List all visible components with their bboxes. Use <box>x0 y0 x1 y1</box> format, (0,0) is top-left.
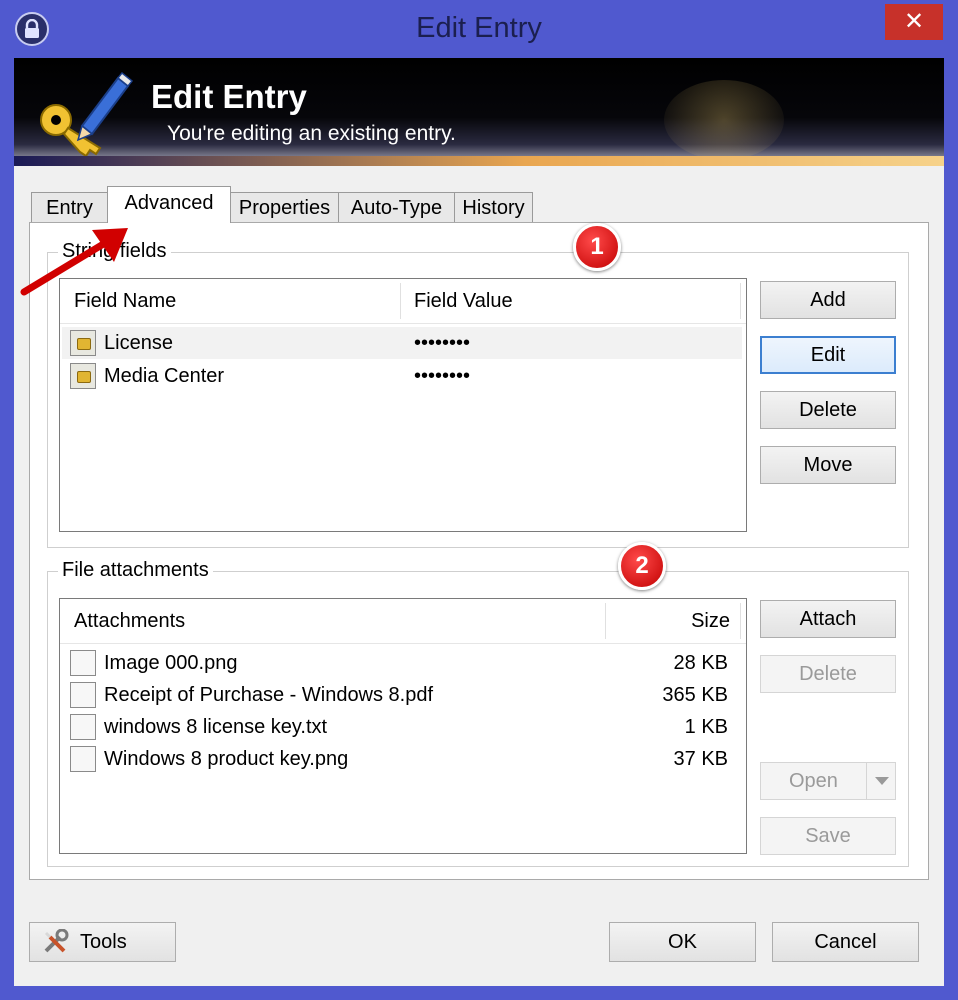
list-item[interactable]: Media Center •••••••• <box>62 360 742 392</box>
file-icon <box>70 682 96 708</box>
cancel-button[interactable]: Cancel <box>772 922 919 962</box>
column-separator[interactable] <box>605 603 606 639</box>
tools-button[interactable]: Tools <box>29 922 176 962</box>
wrench-screwdriver-icon <box>44 929 69 953</box>
tab-auto-type[interactable]: Auto-Type <box>338 192 455 222</box>
file-attachments-legend: File attachments <box>58 559 213 582</box>
column-separator[interactable] <box>400 283 401 319</box>
string-fields-group: String fields Field Name Field Value Lic… <box>47 223 909 548</box>
list-item[interactable]: Receipt of Purchase - Windows 8.pdf 365 … <box>62 679 742 711</box>
key-entry-icon <box>70 363 96 389</box>
list-item[interactable]: License •••••••• <box>62 327 742 359</box>
delete-attachment-button[interactable]: Delete <box>760 655 896 693</box>
file-icon <box>70 650 96 676</box>
column-field-value[interactable]: Field Value <box>414 279 513 323</box>
title-bar[interactable]: Edit Entry ✕ <box>0 0 958 58</box>
red-arrow-annotation <box>20 228 128 296</box>
chevron-down-icon[interactable] <box>866 763 895 799</box>
edit-button[interactable]: Edit <box>760 336 896 374</box>
attachments-list[interactable]: Attachments Size Image 000.png 28 KB Rec… <box>59 598 747 854</box>
field-name: License <box>104 332 173 354</box>
banner: Edit Entry You're editing an existing en… <box>14 58 944 166</box>
callout-badge-two: 2 <box>618 542 666 590</box>
key-entry-icon <box>70 330 96 356</box>
attachments-header: Attachments Size <box>60 599 746 644</box>
tab-advanced[interactable]: Advanced <box>107 186 231 223</box>
callout-badge-one: 1 <box>573 223 621 271</box>
tools-label: Tools <box>80 931 127 953</box>
attach-button[interactable]: Attach <box>760 600 896 638</box>
attachment-name: Receipt of Purchase - Windows 8.pdf <box>104 684 434 706</box>
close-button[interactable]: ✕ <box>885 4 943 40</box>
file-icon <box>70 746 96 772</box>
move-button[interactable]: Move <box>760 446 896 484</box>
ok-button[interactable]: OK <box>609 922 756 962</box>
attachment-name: windows 8 license key.txt <box>104 716 328 738</box>
dialog-client-area: Edit Entry You're editing an existing en… <box>14 58 944 986</box>
attachment-size: 365 KB <box>662 684 728 706</box>
file-attachments-group: File attachments Attachments Size Image … <box>47 542 909 867</box>
attachment-size: 28 KB <box>673 652 728 674</box>
attachment-size: 1 KB <box>684 716 728 738</box>
column-size[interactable]: Size <box>620 599 730 643</box>
tab-entry[interactable]: Entry <box>31 192 108 222</box>
add-button[interactable]: Add <box>760 281 896 319</box>
save-attachment-button[interactable]: Save <box>760 817 896 855</box>
list-item[interactable]: windows 8 license key.txt 1 KB <box>62 711 742 743</box>
field-name: Media Center <box>104 365 225 387</box>
window-title: Edit Entry <box>416 12 542 44</box>
tab-properties[interactable]: Properties <box>230 192 339 222</box>
banner-watermark <box>664 80 784 160</box>
column-separator[interactable] <box>740 603 741 639</box>
tab-history[interactable]: History <box>454 192 533 222</box>
banner-subtitle: You're editing an existing entry. <box>167 122 456 145</box>
key-pencil-icon <box>34 70 134 165</box>
string-fields-list[interactable]: Field Name Field Value License •••••••• … <box>59 278 747 532</box>
banner-title: Edit Entry <box>151 78 307 115</box>
field-value: •••••••• <box>414 332 471 354</box>
edit-entry-window: Edit Entry ✕ Edit Entry You're editing a… <box>0 0 958 1000</box>
advanced-tab-panel: String fields Field Name Field Value Lic… <box>29 222 929 880</box>
attachment-name: Windows 8 product key.png <box>104 748 349 770</box>
list-item[interactable]: Image 000.png 28 KB <box>62 647 742 679</box>
field-value: •••••••• <box>414 365 471 387</box>
file-icon <box>70 714 96 740</box>
column-attachments[interactable]: Attachments <box>74 599 185 643</box>
column-separator[interactable] <box>740 283 741 319</box>
delete-field-button[interactable]: Delete <box>760 391 896 429</box>
string-fields-header: Field Name Field Value <box>60 279 746 324</box>
attachment-size: 37 KB <box>673 748 728 770</box>
list-item[interactable]: Windows 8 product key.png 37 KB <box>62 743 742 775</box>
open-label: Open <box>789 770 838 792</box>
open-split-button[interactable]: Open <box>760 762 896 800</box>
attachment-name: Image 000.png <box>104 652 238 674</box>
